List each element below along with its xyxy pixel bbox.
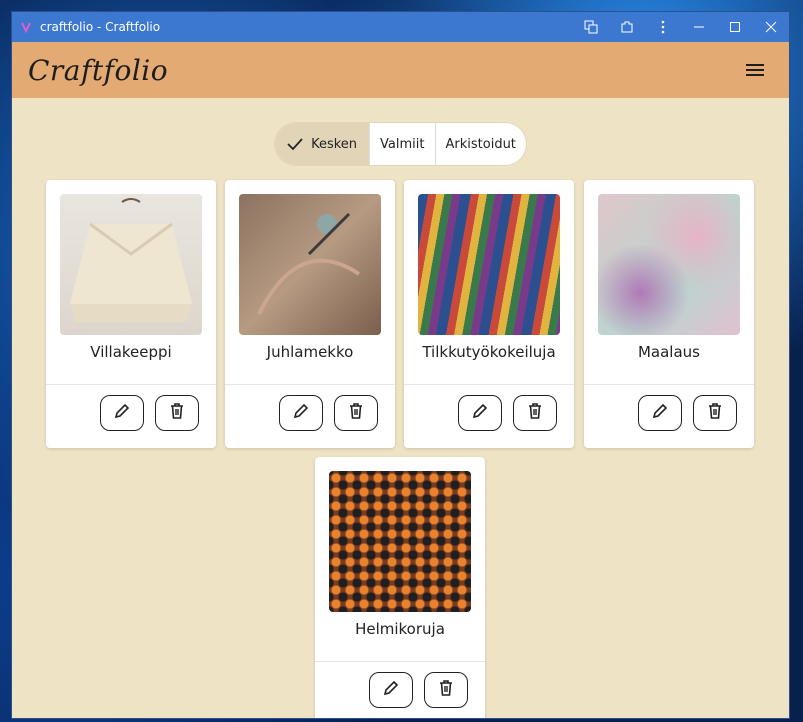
delete-button[interactable] bbox=[424, 672, 468, 708]
delete-button[interactable] bbox=[513, 395, 557, 431]
divider bbox=[46, 384, 216, 385]
tab-label: Arkistoidut bbox=[445, 136, 516, 152]
app-logo[interactable]: Craftfolio bbox=[28, 54, 168, 87]
extensions-icon[interactable] bbox=[609, 12, 645, 42]
project-title: Juhlamekko bbox=[266, 343, 354, 361]
project-card[interactable]: Juhlamekko bbox=[225, 180, 395, 448]
app-window: craftfolio - Craftfolio Craftfolio Keske… bbox=[12, 12, 789, 718]
more-options-icon[interactable] bbox=[645, 12, 681, 42]
trash-icon bbox=[168, 402, 186, 424]
pencil-icon bbox=[651, 402, 669, 424]
project-image[interactable] bbox=[60, 194, 202, 335]
project-card[interactable]: Maalaus bbox=[584, 180, 754, 448]
title-bar: craftfolio - Craftfolio bbox=[12, 12, 789, 42]
hamburger-menu-icon[interactable] bbox=[741, 56, 769, 84]
project-title: Maalaus bbox=[637, 343, 700, 361]
pencil-icon bbox=[471, 402, 489, 424]
project-card[interactable]: Villakeeppi bbox=[46, 180, 216, 448]
maximize-icon[interactable] bbox=[717, 12, 753, 42]
pencil-icon bbox=[292, 402, 310, 424]
tab-kesken[interactable]: Kesken bbox=[275, 123, 370, 165]
tab-arkistoidut[interactable]: Arkistoidut bbox=[434, 123, 526, 165]
edit-button[interactable] bbox=[638, 395, 682, 431]
app-header: Craftfolio bbox=[12, 42, 789, 98]
tab-label: Valmiit bbox=[380, 136, 425, 152]
trash-icon bbox=[526, 402, 544, 424]
pencil-icon bbox=[113, 402, 131, 424]
project-card[interactable]: Helmikoruja bbox=[315, 457, 485, 718]
window-title: craftfolio - Craftfolio bbox=[40, 20, 161, 34]
project-image[interactable] bbox=[239, 194, 381, 335]
delete-button[interactable] bbox=[693, 395, 737, 431]
edit-button[interactable] bbox=[100, 395, 144, 431]
delete-button[interactable] bbox=[334, 395, 378, 431]
edit-button[interactable] bbox=[369, 672, 413, 708]
edit-button[interactable] bbox=[279, 395, 323, 431]
project-image[interactable] bbox=[329, 471, 471, 612]
divider bbox=[404, 384, 574, 385]
trash-icon bbox=[347, 402, 365, 424]
project-card[interactable]: Tilkkutyökokeiluja bbox=[404, 180, 574, 448]
edit-button[interactable] bbox=[458, 395, 502, 431]
trash-icon bbox=[706, 402, 724, 424]
divider bbox=[584, 384, 754, 385]
project-title: Villakeeppi bbox=[90, 343, 172, 361]
trash-icon bbox=[437, 679, 455, 701]
tab-label: Kesken bbox=[311, 136, 358, 152]
divider bbox=[225, 384, 395, 385]
project-image[interactable] bbox=[598, 194, 740, 335]
delete-button[interactable] bbox=[155, 395, 199, 431]
translate-icon[interactable] bbox=[573, 12, 609, 42]
app-icon bbox=[18, 19, 34, 35]
pencil-icon bbox=[382, 679, 400, 701]
project-image[interactable] bbox=[418, 194, 560, 335]
tab-valmiit[interactable]: Valmiit bbox=[369, 123, 434, 165]
project-title: Helmikoruja bbox=[355, 620, 445, 638]
close-icon[interactable] bbox=[753, 12, 789, 42]
minimize-icon[interactable] bbox=[681, 12, 717, 42]
status-filter: Kesken Valmiit Arkistoidut bbox=[12, 123, 789, 165]
check-icon bbox=[287, 137, 303, 151]
project-title: Tilkkutyökokeiluja bbox=[422, 343, 556, 361]
divider bbox=[315, 661, 485, 662]
